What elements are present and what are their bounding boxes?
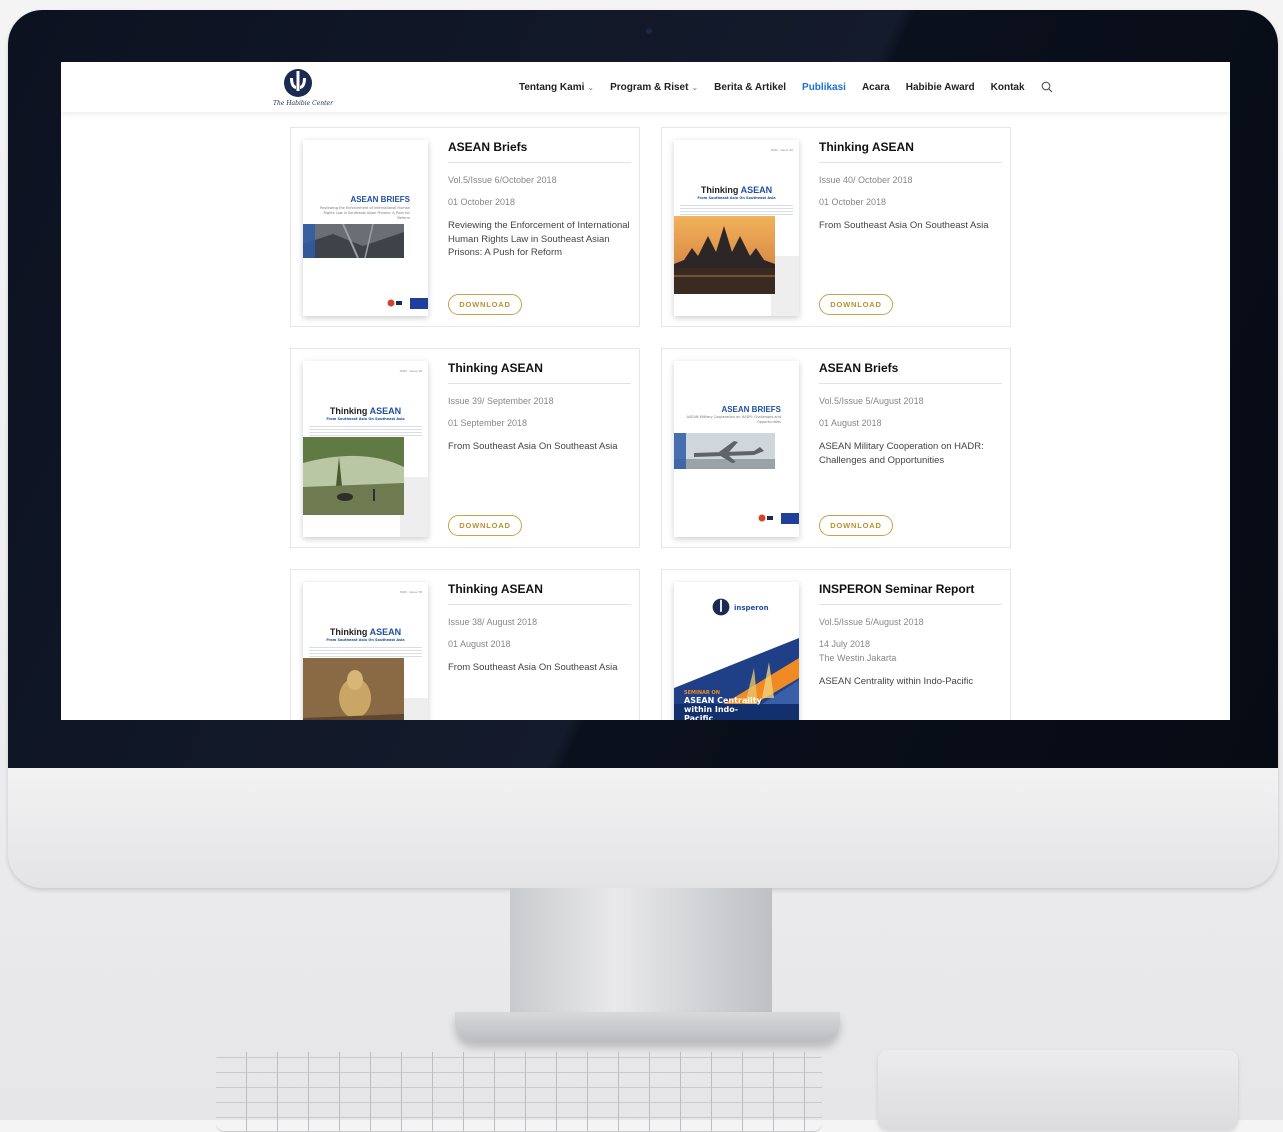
publication-title[interactable]: Thinking ASEAN: [819, 140, 1002, 163]
publication-card: ASEAN BRIEFS Reviewing the Enforcement o…: [290, 127, 640, 327]
cover-photo: [303, 437, 404, 515]
nav-program-riset[interactable]: Program & Riset ⌄: [610, 82, 698, 93]
publication-info: INSPERON Seminar Report Vol.5/Issue 5/Au…: [819, 582, 1002, 689]
monitor: The Habibie Center Tentang Kami ⌄ Program…: [8, 10, 1278, 888]
logo-wordmark: The Habibie Center: [273, 100, 333, 107]
publication-title[interactable]: Thinking ASEAN: [448, 582, 631, 605]
publication-description: From Southeast Asia On Southeast Asia: [448, 441, 618, 452]
publication-info: Thinking ASEAN Issue 39/ September 2018 …: [448, 361, 631, 454]
publication-date: 14 July 2018: [819, 639, 871, 649]
nav-habibie-award[interactable]: Habibie Award: [906, 82, 975, 93]
nav-tentang-kami[interactable]: Tentang Kami ⌄: [519, 82, 594, 93]
download-button[interactable]: DOWNLOAD: [819, 294, 893, 315]
cover-photo: [674, 216, 775, 294]
publication-date: 01 October 2018: [819, 197, 887, 207]
cover-subtitle: From Southeast Asia On Southeast Asia: [697, 196, 776, 200]
publication-info: ASEAN Briefs Vol.5/Issue 6/October 2018 …: [448, 140, 631, 260]
habibie-center-logo-icon: [284, 69, 312, 97]
publication-issue: Issue 38/ August 2018: [448, 617, 538, 627]
publication-title[interactable]: Thinking ASEAN: [448, 361, 631, 384]
publication-card: ISSN · Issue 39 Thinking ASEAN From Sout…: [290, 348, 640, 548]
cover-heading: ASEAN Centrality within Indo-Pacific: [684, 696, 762, 720]
cover-photo: [303, 224, 404, 258]
publication-issue: Vol.5/Issue 6/October 2018: [448, 175, 557, 185]
search-icon[interactable]: [1041, 81, 1053, 93]
cover-thumbnail[interactable]: ASEAN BRIEFS Reviewing the Enforcement o…: [303, 140, 428, 316]
cover-subtitle: Reviewing the Enforcement of Internation…: [320, 206, 410, 220]
publication-issue: Vol.5/Issue 5/August 2018: [819, 396, 924, 406]
download-button[interactable]: DOWNLOAD: [819, 515, 893, 536]
publication-issue: Vol.5/Issue 5/August 2018: [819, 617, 924, 627]
insperon-brand: insperon: [734, 604, 769, 612]
trackpad: [878, 1050, 1238, 1130]
publication-description: From Southeast Asia On Southeast Asia: [448, 662, 618, 673]
site-logo[interactable]: The Habibie Center: [273, 68, 333, 110]
publication-info: Thinking ASEAN Issue 40/ October 2018 01…: [819, 140, 1002, 233]
cover-subtitle: From Southeast Asia On Southeast Asia: [326, 417, 405, 421]
publication-card: ASEAN BRIEFS ASEAN Military Cooperation …: [661, 348, 1011, 548]
publication-date: 01 August 2018: [448, 639, 511, 649]
keyboard: [216, 1052, 822, 1132]
publication-location: The Westin Jakarta: [819, 653, 897, 663]
chevron-down-icon: ⌄: [587, 82, 595, 92]
eu-flag-icon: [781, 513, 799, 524]
cover-thumbnail[interactable]: ISSN · Issue 40 Thinking ASEAN From Sout…: [674, 140, 799, 316]
monitor-stand-base: [455, 1012, 840, 1042]
cover-subtitle: ASEAN Military Cooperation on HADR: Chal…: [686, 415, 781, 424]
nav-acara[interactable]: Acara: [862, 82, 890, 93]
publication-date: 01 August 2018: [819, 418, 882, 428]
cover-thumbnail[interactable]: ISSN · Issue 38 Thinking ASEAN From Sout…: [303, 582, 428, 720]
publication-date: 01 September 2018: [448, 418, 528, 428]
publication-card: insperon SEMINAR ON ASEAN Centrality wit…: [661, 569, 1011, 720]
cover-thumbnail[interactable]: ASEAN BRIEFS ASEAN Military Cooperation …: [674, 361, 799, 537]
nav-publikasi[interactable]: Publikasi: [802, 82, 846, 93]
publication-info: Thinking ASEAN Issue 38/ August 2018 01 …: [448, 582, 631, 675]
publication-title[interactable]: ASEAN Briefs: [819, 361, 1002, 384]
download-button[interactable]: DOWNLOAD: [448, 515, 522, 536]
nav-berita-artikel[interactable]: Berita & Artikel: [714, 82, 786, 93]
download-button[interactable]: DOWNLOAD: [448, 294, 522, 315]
habibie-center-logo-icon: [387, 299, 402, 307]
habibie-center-logo-icon: [712, 598, 730, 616]
monitor-chin: [8, 768, 1278, 888]
camera-dot: [646, 28, 652, 34]
cover-thumbnail[interactable]: insperon SEMINAR ON ASEAN Centrality wit…: [674, 582, 799, 720]
publication-title[interactable]: INSPERON Seminar Report: [819, 582, 1002, 605]
publication-info: ASEAN Briefs Vol.5/Issue 5/August 2018 0…: [819, 361, 1002, 467]
publication-title[interactable]: ASEAN Briefs: [448, 140, 631, 163]
eu-flag-icon: [410, 298, 428, 309]
habibie-center-logo-icon: [758, 514, 773, 522]
cover-issue-label: ISSN · Issue 39: [399, 369, 422, 373]
publication-date: 01 October 2018: [448, 197, 516, 207]
chevron-down-icon: ⌄: [691, 82, 699, 92]
cover-photo: [303, 658, 404, 720]
publication-description: ASEAN Centrality within Indo-Pacific: [819, 676, 974, 687]
cover-thumbnail[interactable]: ISSN · Issue 39 Thinking ASEAN From Sout…: [303, 361, 428, 537]
cover-issue-label: ISSN · Issue 38: [399, 590, 422, 594]
publication-description: ASEAN Military Cooperation on HADR: Chal…: [819, 441, 984, 466]
publication-description: Reviewing the Enforcement of Internation…: [448, 220, 630, 258]
cover-heading: Thinking ASEAN: [329, 627, 402, 637]
monitor-stand: [510, 888, 772, 1018]
browser-screen: The Habibie Center Tentang Kami ⌄ Program…: [61, 62, 1230, 720]
publication-description: From Southeast Asia On Southeast Asia: [819, 220, 989, 231]
publication-card: ISSN · Issue 38 Thinking ASEAN From Sout…: [290, 569, 640, 720]
cover-heading: ASEAN BRIEFS: [721, 405, 781, 414]
site-header: The Habibie Center Tentang Kami ⌄ Program…: [61, 62, 1230, 112]
main-nav: Tentang Kami ⌄ Program & Riset ⌄ Berita & …: [519, 62, 1053, 112]
cover-heading: Thinking ASEAN: [700, 185, 773, 195]
publication-issue: Issue 40/ October 2018: [819, 175, 913, 185]
cover-photo: [674, 433, 775, 469]
publication-card: ISSN · Issue 40 Thinking ASEAN From Sout…: [661, 127, 1011, 327]
publication-issue: Issue 39/ September 2018: [448, 396, 554, 406]
nav-kontak[interactable]: Kontak: [991, 82, 1025, 93]
cover-issue-label: ISSN · Issue 40: [770, 148, 793, 152]
cover-heading: Thinking ASEAN: [329, 406, 402, 416]
cover-heading: ASEAN BRIEFS: [350, 195, 410, 204]
cover-subtitle: From Southeast Asia On Southeast Asia: [326, 638, 405, 642]
